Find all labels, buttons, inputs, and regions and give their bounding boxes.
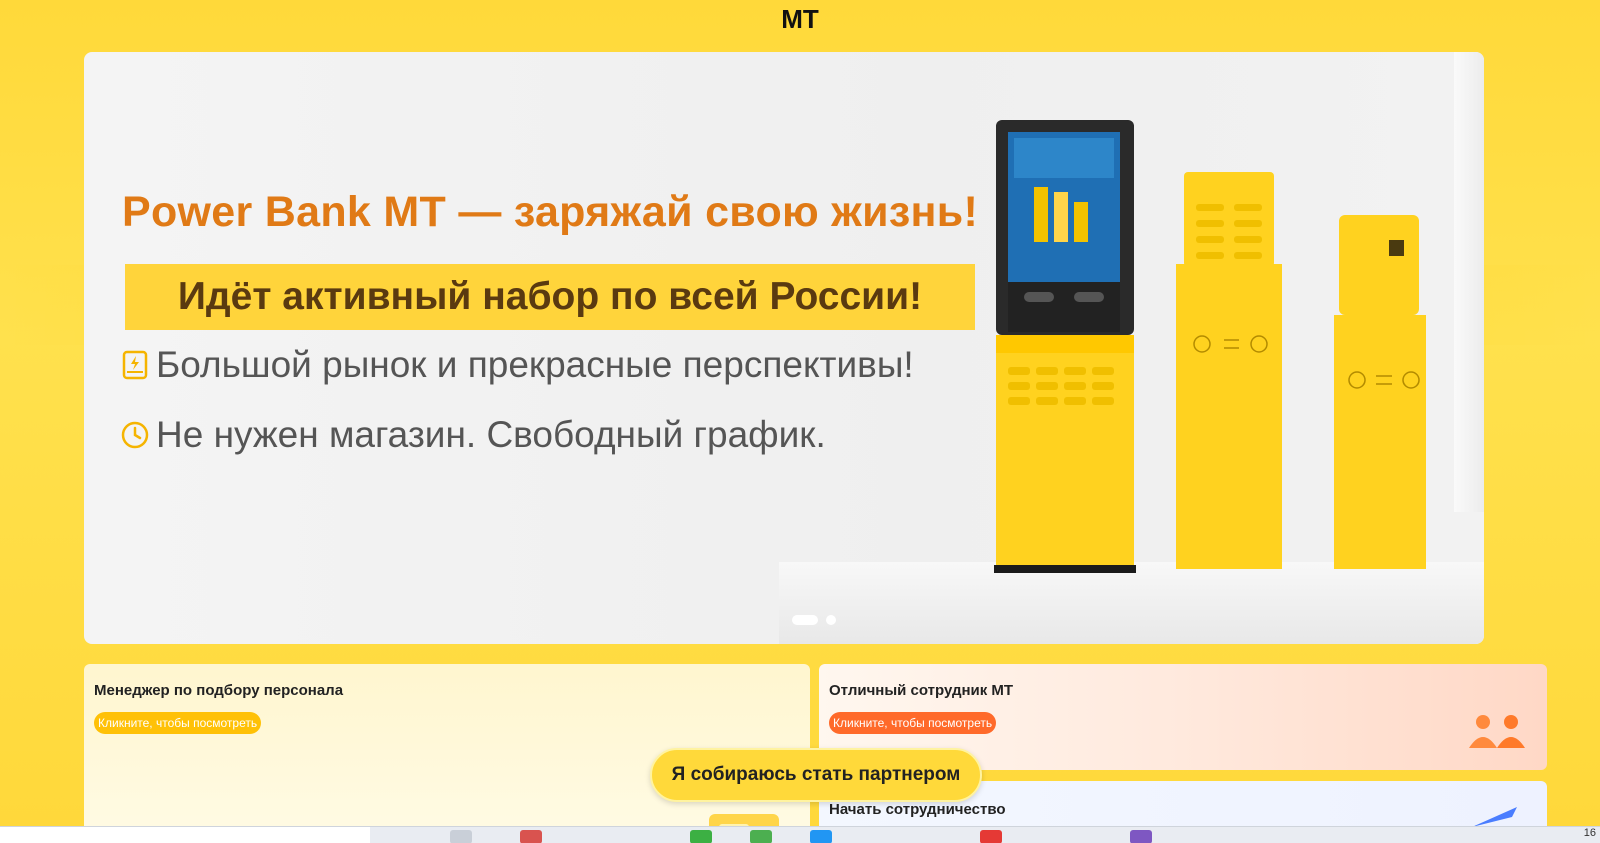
banner-headline: Power Bank MT — заряжай свою жизнь! — [122, 188, 979, 236]
feature-market: Большой рынок и прекрасные перспективы! — [120, 344, 914, 386]
view-button[interactable]: Кликните, чтобы посмотреть — [94, 712, 262, 734]
people-icon — [1469, 715, 1525, 748]
taskbar-clock: 16 — [1583, 827, 1596, 839]
taskbar-search-area[interactable] — [0, 827, 370, 843]
feature-schedule: Не нужен магазин. Свободный график. — [120, 414, 826, 456]
card-title: Менеджер по подбору персонала — [94, 682, 344, 699]
become-partner-button[interactable]: Я собираюсь стать партнером — [650, 748, 982, 802]
taskbar: 16 — [0, 826, 1600, 843]
card-title: Начать сотрудничество — [829, 801, 1006, 818]
recruit-banner: Идёт активный набор по всей России! — [125, 264, 975, 330]
taskbar-app-icon[interactable] — [810, 830, 832, 843]
clock-icon — [120, 420, 150, 450]
taskbar-app-icon[interactable] — [750, 830, 772, 843]
promo-banner[interactable]: Power Bank MT — заряжай свою жизнь! Идёт… — [84, 52, 1484, 644]
feature-text: Не нужен магазин. Свободный график. — [156, 414, 826, 455]
card-title: Отличный сотрудник МТ — [829, 682, 1014, 699]
taskbar-app-icon[interactable] — [980, 830, 1002, 843]
taskbar-app-icon[interactable] — [520, 830, 542, 843]
view-button[interactable]: Кликните, чтобы посмотреть — [829, 712, 997, 734]
page-title: MT — [781, 4, 819, 34]
taskbar-app-icon[interactable] — [450, 830, 472, 843]
carousel-indicator[interactable] — [792, 615, 836, 625]
carousel-dot-active[interactable] — [792, 615, 818, 625]
carousel-dot[interactable] — [826, 615, 836, 625]
power-bank-icon — [120, 350, 150, 380]
feature-text: Большой рынок и прекрасные перспективы! — [156, 344, 914, 385]
taskbar-app-icon[interactable] — [690, 830, 712, 843]
power-bank-stations-image — [994, 120, 1426, 573]
taskbar-app-icon[interactable] — [1130, 830, 1152, 843]
arrow-decoration-icon — [1472, 807, 1517, 827]
